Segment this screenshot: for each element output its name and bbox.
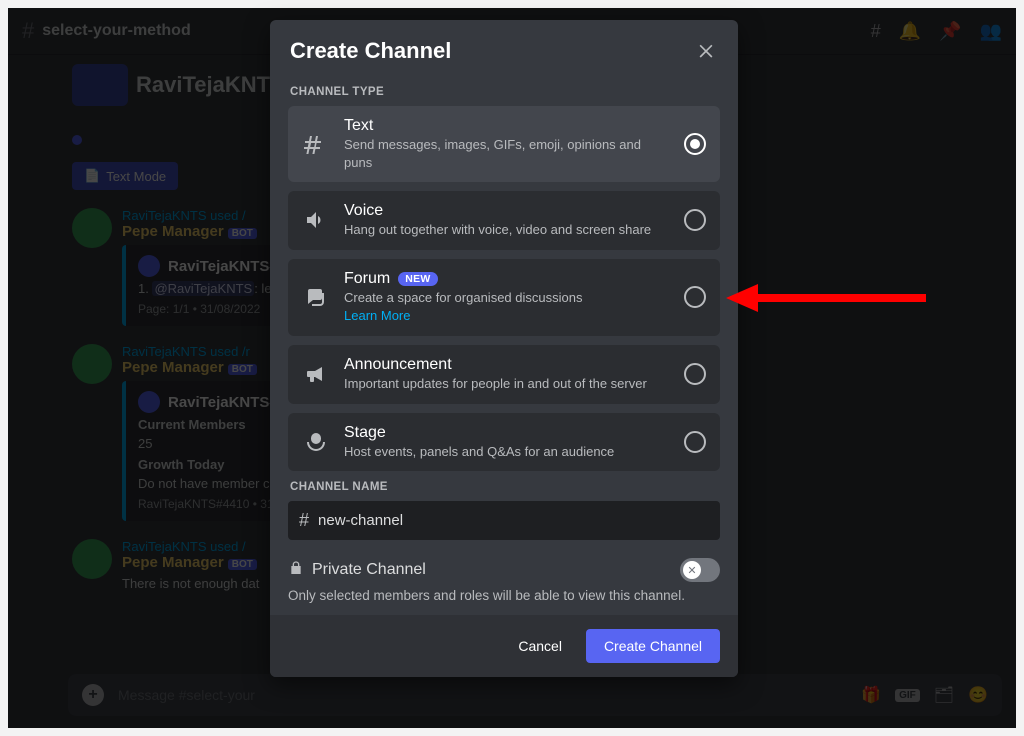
radio-unselected[interactable] <box>684 286 706 308</box>
channel-name-label: CHANNEL NAME <box>290 481 718 493</box>
channel-type-name: Forum <box>344 270 390 288</box>
channel-type-name: Stage <box>344 424 670 442</box>
radio-unselected[interactable] <box>684 363 706 385</box>
hash-icon <box>302 132 330 156</box>
channel-type-announcement[interactable]: Announcement Important updates for peopl… <box>288 345 720 404</box>
modal-footer: Cancel Create Channel <box>270 615 738 677</box>
new-badge: NEW <box>398 272 437 286</box>
channel-name-input[interactable] <box>318 512 709 529</box>
channel-type-text[interactable]: Text Send messages, images, GIFs, emoji,… <box>288 106 720 182</box>
channel-type-desc: Important updates for people in and out … <box>344 375 670 393</box>
cancel-button[interactable]: Cancel <box>500 629 580 663</box>
radio-unselected[interactable] <box>684 209 706 231</box>
channel-type-desc: Hang out together with voice, video and … <box>344 221 670 239</box>
learn-more-link[interactable]: Learn More <box>344 308 410 323</box>
create-channel-modal: Create Channel CHANNEL TYPE Text Send me… <box>270 20 738 677</box>
modal-title: Create Channel <box>290 38 451 64</box>
channel-type-desc: Create a space for organised discussions <box>344 289 670 307</box>
radio-selected[interactable] <box>684 133 706 155</box>
lock-icon <box>288 560 304 580</box>
channel-type-stage[interactable]: Stage Host events, panels and Q&As for a… <box>288 413 720 472</box>
create-channel-button[interactable]: Create Channel <box>586 629 720 663</box>
channel-type-desc: Host events, panels and Q&As for an audi… <box>344 443 670 461</box>
megaphone-icon <box>302 362 330 386</box>
channel-type-name: Announcement <box>344 356 670 374</box>
channel-type-name: Voice <box>344 202 670 220</box>
radio-unselected[interactable] <box>684 431 706 453</box>
channel-type-desc: Send messages, images, GIFs, emoji, opin… <box>344 136 670 171</box>
channel-type-name: Text <box>344 117 670 135</box>
channel-type-label: CHANNEL TYPE <box>290 86 718 98</box>
close-icon[interactable] <box>694 38 718 66</box>
forum-icon <box>302 285 330 309</box>
channel-type-voice[interactable]: Voice Hang out together with voice, vide… <box>288 191 720 250</box>
hash-icon: # <box>299 510 309 531</box>
channel-type-forum[interactable]: Forum NEW Create a space for organised di… <box>288 259 720 337</box>
stage-icon <box>302 430 330 454</box>
private-channel-hint: Only selected members and roles will be … <box>288 588 720 603</box>
private-channel-label: Private Channel <box>312 561 672 579</box>
private-channel-toggle[interactable]: ✕ <box>680 558 720 582</box>
channel-name-input-wrap[interactable]: # <box>288 501 720 540</box>
speaker-icon <box>302 208 330 232</box>
toggle-knob-icon: ✕ <box>683 561 701 579</box>
